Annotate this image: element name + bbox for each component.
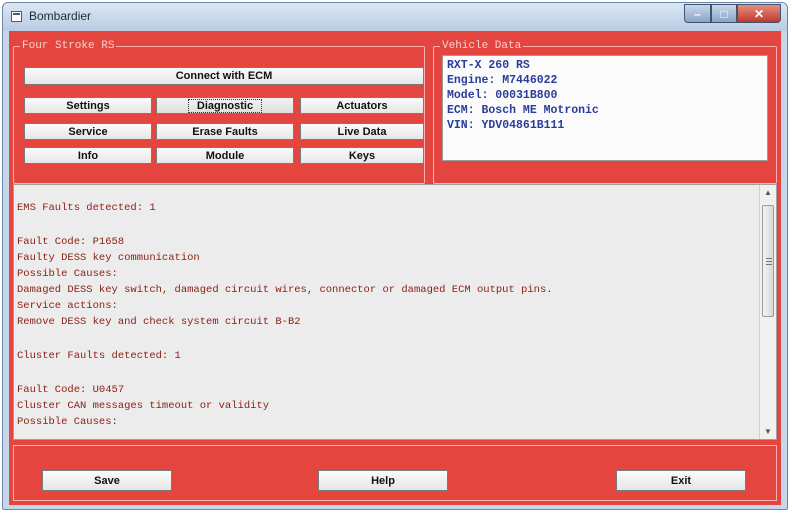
live-data-button[interactable]: Live Data [300, 123, 424, 140]
actuators-button[interactable]: Actuators [300, 97, 424, 114]
help-button[interactable]: Help [318, 470, 448, 491]
output-line: Faulty DESS key communication [17, 252, 200, 264]
four-stroke-legend: Four Stroke RS [20, 39, 117, 53]
scroll-down-arrow-icon[interactable]: ▼ [764, 427, 772, 436]
diagnostic-button[interactable]: Diagnostic [156, 97, 294, 114]
four-stroke-group: Four Stroke RS Connect with ECM Settings… [13, 39, 425, 184]
module-button[interactable]: Module [156, 147, 294, 164]
close-button[interactable]: ✕ [737, 4, 781, 23]
scrollbar-thumb[interactable] [762, 205, 774, 317]
vertical-scrollbar[interactable]: ▲ ▼ [759, 185, 776, 439]
window-controls: – □ ✕ [684, 4, 781, 24]
output-line: Remove DESS key and check system circuit… [17, 316, 301, 328]
keys-button[interactable]: Keys [300, 147, 424, 164]
output-line: Fault Code: U0457 [17, 384, 125, 396]
vehicle-vin: VIN: YDV04861B111 [447, 119, 565, 132]
output-line: Fault Code: P1658 [17, 236, 125, 248]
settings-button[interactable]: Settings [24, 97, 152, 114]
vehicle-data-group: Vehicle Data RXT-X 260 RS Engine: M74460… [433, 39, 777, 184]
info-button[interactable]: Info [24, 147, 152, 164]
window-title: Bombardier [29, 9, 92, 23]
output-line: Service actions: [17, 300, 118, 312]
minimize-button[interactable]: – [684, 4, 711, 23]
output-line: Damaged DESS key switch, damaged circuit… [17, 284, 553, 296]
diagnostic-output[interactable]: EMS Faults detected: 1 Fault Code: P1658… [13, 184, 777, 440]
output-line: Cluster CAN messages timeout or validity [17, 400, 270, 412]
connect-ecm-button[interactable]: Connect with ECM [24, 67, 424, 85]
output-line: Cluster Faults detected: 1 [17, 350, 181, 362]
service-button[interactable]: Service [24, 123, 152, 140]
vehicle-model: Model: 00031B800 [447, 89, 558, 102]
vehicle-engine: Engine: M7446022 [447, 74, 558, 87]
output-line: EMS Faults detected: 1 [17, 202, 156, 214]
app-window: Bombardier – □ ✕ Four Stroke RS Connect … [2, 2, 788, 510]
vehicle-data-legend: Vehicle Data [440, 39, 524, 53]
client-area: Four Stroke RS Connect with ECM Settings… [9, 31, 781, 505]
diagnostic-label: Diagnostic [187, 98, 263, 113]
exit-button[interactable]: Exit [616, 470, 746, 491]
maximize-button[interactable]: □ [711, 4, 737, 23]
scroll-up-arrow-icon[interactable]: ▲ [764, 188, 772, 197]
output-line: Possible Causes: [17, 416, 118, 428]
bottom-button-panel: Save Help Exit [13, 445, 777, 501]
vehicle-model-name: RXT-X 260 RS [447, 59, 530, 72]
vehicle-ecm: ECM: Bosch ME Motronic [447, 104, 599, 117]
app-icon [11, 11, 22, 22]
vehicle-data-box: RXT-X 260 RS Engine: M7446022 Model: 000… [442, 55, 768, 161]
output-line: Possible Causes: [17, 268, 118, 280]
thumb-grip [766, 264, 772, 265]
erase-faults-button[interactable]: Erase Faults [156, 123, 294, 140]
thumb-grip [766, 261, 772, 262]
title-bar[interactable]: Bombardier – □ ✕ [3, 3, 787, 31]
thumb-grip [766, 258, 772, 259]
save-button[interactable]: Save [42, 470, 172, 491]
